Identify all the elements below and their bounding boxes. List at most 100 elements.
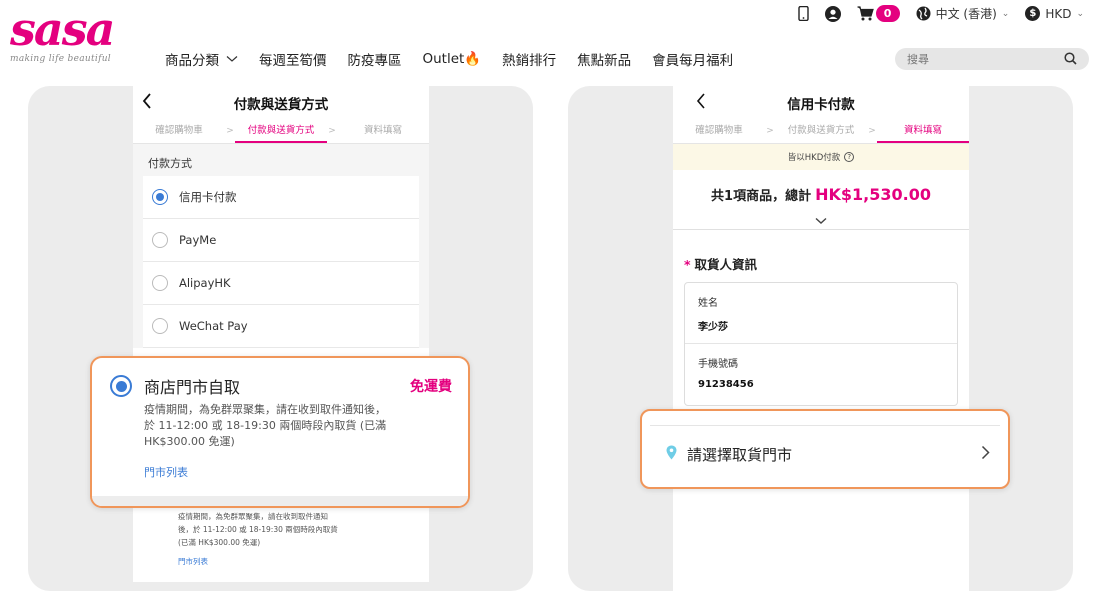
nav-item-label: 熱銷排行 [502,53,557,69]
pickup-desc-line: (已滿 HK$300.00 免運) [178,538,261,547]
logo-wordmark: sasa [10,2,115,56]
payment-option-credit-card[interactable]: 信用卡付款 [143,176,419,219]
phone-screen-credit-card: 信用卡付款 確認購物車 > 付款與送貨方式 > 資料填寫 皆以HKD付款 ? 共… [673,86,969,591]
nav-item-label: Outlet🔥 [422,51,482,67]
step-cart[interactable]: 確認購物車 [133,120,225,143]
select-store-label: 請選擇取貨門市 [687,446,793,464]
free-shipping-badge: 免運費 [410,379,452,395]
globe-icon [916,6,931,21]
radio-unselected[interactable] [152,275,168,291]
payment-option-alipayhk[interactable]: AlipayHK [143,262,419,305]
language-selector[interactable]: 中文 (香港) ⌄ [916,5,1010,22]
order-total-prefix: 共1項商品，總計 [711,189,812,204]
nav-item-outlet[interactable]: Outlet🔥 [423,49,482,69]
screen-header: 信用卡付款 [673,86,969,120]
name-field[interactable]: 姓名 李少莎 [685,283,957,344]
screen-title: 信用卡付款 [787,97,855,113]
chevron-down-icon [815,217,827,224]
credit-card-panel: 信用卡付款 確認購物車 > 付款與送貨方式 > 資料填寫 皆以HKD付款 ? 共… [568,86,1073,591]
nav-item-weekly-deals[interactable]: 每週至筍價 [259,49,327,69]
chevron-down-icon: ⌄ [1076,8,1084,19]
phone-label: 手機號碼 [698,359,738,370]
consignee-heading: * 取貨人資訊 [673,230,969,282]
store-list-link[interactable]: 門市列表 [178,555,419,568]
screen-title: 付款與送貨方式 [233,97,329,113]
search-icon[interactable] [1064,50,1077,69]
logo-tagline: making life beautiful [10,54,111,64]
pickup-details-background: 疫情期間，為免群眾聚集，請在收到取件通知 後，於 11-12:00 或 18-1… [143,506,419,582]
consignee-info-box: 姓名 李少莎 手機號碼 91238456 [684,282,958,406]
chevron-right-icon: > [766,126,774,136]
radio-unselected[interactable] [152,232,168,248]
payment-option-label: AlipayHK [179,276,231,290]
step-details[interactable]: 資料填寫 [337,120,429,143]
cart-icon [857,6,874,21]
order-total-amount: HK$1,530.00 [815,185,931,204]
screen-header: 付款與送貨方式 [133,86,429,120]
store-list-link[interactable]: 門市列表 [144,464,452,480]
nav-item-best-sellers[interactable]: 熱銷排行 [502,49,556,69]
chevron-right-icon [981,445,990,464]
payment-option-label: WeChat Pay [179,319,248,333]
currency-selector[interactable]: $ HKD ⌄ [1025,6,1084,21]
step-payment[interactable]: 付款與送貨方式 [775,120,867,143]
sasa-logo[interactable]: sasa making life beautiful [10,6,125,64]
required-marker: * [684,257,691,272]
order-total: 共1項商品，總計 HK$1,530.00 [673,170,969,210]
payment-option-label: 信用卡付款 [179,190,237,204]
back-arrow-icon[interactable] [695,92,707,114]
consignee-title: 取貨人資訊 [694,257,758,272]
callout-divider [92,496,468,506]
location-pin-icon [666,445,677,464]
payment-method-heading: 付款方式 [133,144,429,176]
currency-label: HKD [1045,6,1072,21]
nav-item-label: 每週至筍價 [259,53,327,69]
phone-value[interactable]: 91238456 [698,379,957,390]
name-label: 姓名 [698,298,718,309]
store-pickup-title: 商店門市自取 [144,378,241,397]
nav-item-anti-epidemic[interactable]: 防疫專區 [348,49,402,69]
payment-option-wechat-pay[interactable]: WeChat Pay [143,305,419,348]
main-nav: 商品分類 每週至筍價 防疫專區 Outlet🔥 熱銷排行 焦點新品 會員每月福利 [165,49,733,69]
header-utilities: 0 中文 (香港) ⌄ $ HKD ⌄ [797,5,1084,22]
mobile-icon[interactable] [797,6,809,21]
name-value[interactable]: 李少莎 [698,318,957,333]
expand-order-button[interactable] [673,210,969,230]
nav-item-label: 會員每月福利 [652,53,734,69]
cart-button[interactable]: 0 [857,5,900,22]
nav-item-categories[interactable]: 商品分類 [165,49,238,69]
nav-item-label: 焦點新品 [577,53,632,69]
step-payment[interactable]: 付款與送貨方式 [235,120,327,143]
search-input[interactable] [907,52,1064,66]
step-details[interactable]: 資料填寫 [877,120,969,143]
chevron-down-icon [226,56,238,62]
chevron-right-icon: > [226,126,234,136]
help-icon[interactable]: ? [844,152,855,162]
cart-count-badge: 0 [875,5,900,22]
radio-selected[interactable] [110,375,132,397]
nav-item-member-benefits[interactable]: 會員每月福利 [652,49,733,69]
payment-option-label: PayMe [179,233,217,247]
store-pickup-option[interactable]: 商店門市自取 免運費 [110,374,452,398]
payment-option-payme[interactable]: PayMe [143,219,419,262]
payment-options: 信用卡付款 PayMe AlipayHK WeChat Pay [133,176,429,348]
pickup-desc-line: 後，於 11-12:00 或 18-19:30 兩個時段內取貨 [178,525,338,534]
radio-unselected[interactable] [152,318,168,334]
language-label: 中文 (香港) [935,7,997,21]
back-arrow-icon[interactable] [141,92,153,114]
store-pickup-description: 疫情期間，為免群眾聚集，請在收到取件通知後，於 11-12:00 或 18-19… [144,403,387,448]
chevron-right-icon: > [868,126,876,136]
checkout-steps: 確認購物車 > 付款與送貨方式 > 資料填寫 [133,120,429,144]
select-store-callout[interactable]: 請選擇取貨門市 [640,409,1010,489]
chevron-down-icon: ⌄ [1001,8,1010,19]
phone-field[interactable]: 手機號碼 91238456 [685,344,957,405]
user-icon[interactable] [824,5,841,22]
nav-item-label: 防疫專區 [347,53,402,69]
store-pickup-callout[interactable]: 商店門市自取 免運費 疫情期間，為免群眾聚集，請在收到取件通知後，於 11-12… [90,356,470,508]
nav-item-new-arrivals[interactable]: 焦點新品 [577,49,631,69]
select-store-row[interactable]: 請選擇取貨門市 [650,425,1000,483]
chevron-right-icon: > [328,126,336,136]
step-cart[interactable]: 確認購物車 [673,120,765,143]
radio-selected[interactable] [152,189,168,205]
nav-item-label: 商品分類 [165,53,219,69]
